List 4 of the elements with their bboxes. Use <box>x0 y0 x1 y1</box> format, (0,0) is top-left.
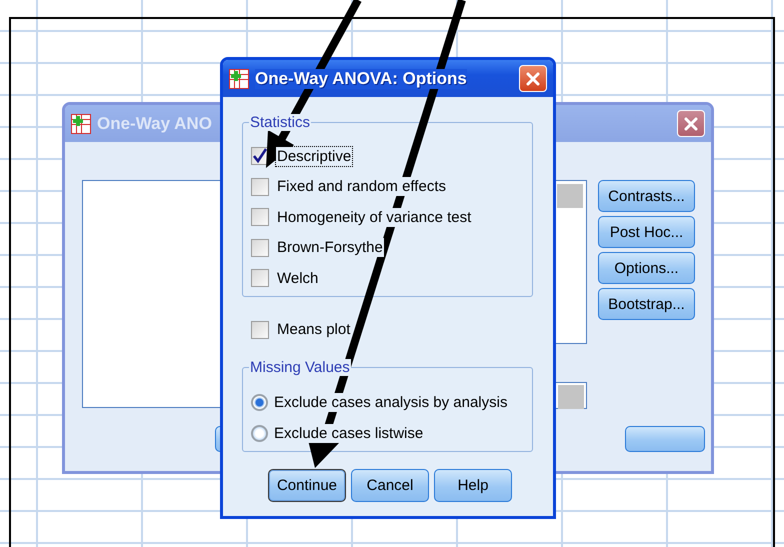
window-title: One-Way ANOVA: Options <box>255 68 467 88</box>
window-title: One-Way ANO <box>97 114 212 134</box>
group-label: Missing Values <box>249 358 351 376</box>
group-label: Statistics <box>249 114 312 131</box>
